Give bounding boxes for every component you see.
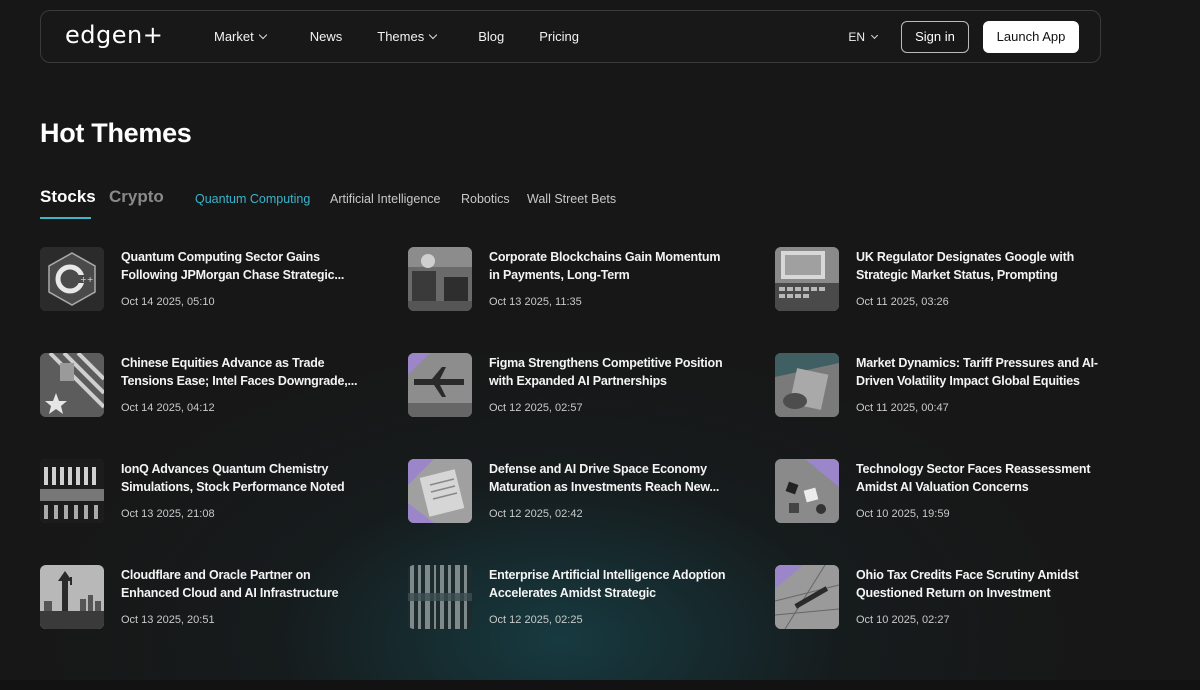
article-thumbnail: [775, 565, 839, 629]
nav-news[interactable]: News: [310, 29, 343, 44]
article-thumbnail: [40, 353, 104, 417]
nav-news-label: News: [309, 29, 343, 44]
article-date: Oct 11 2025, 03:26: [856, 296, 949, 308]
article-card[interactable]: IonQ Advances Quantum Chemistry Simulati…: [40, 459, 380, 525]
laptop-keyboard-image: [775, 247, 839, 311]
edgen-logo[interactable]: edgen+: [65, 21, 163, 49]
page-title: Hot Themes: [40, 118, 192, 148]
article-date: Oct 13 2025, 11:35: [489, 296, 582, 308]
article-title: Corporate Blockchains Gain Momentum in P…: [489, 250, 721, 282]
article-title: Cloudflare and Oracle Partner on Enhance…: [121, 568, 339, 600]
sign-in-button[interactable]: Sign in: [901, 20, 969, 53]
statue-city-image: [40, 565, 104, 629]
article-thumbnail: [408, 247, 472, 311]
game-pieces-image: [775, 459, 839, 523]
article-card[interactable]: Enterprise Artificial Intelligence Adopt…: [408, 565, 748, 631]
article-card[interactable]: Chinese Equities Advance as Trade Tensio…: [40, 353, 380, 419]
article-card[interactable]: ++ Quantum Computing Sector Gains Follow…: [40, 247, 380, 313]
subtab-artificial-intelligence[interactable]: Artificial Intelligence: [330, 192, 440, 206]
top-navbar: edgen+ Market News Themes Blog Pricing E…: [40, 10, 1101, 63]
office-desk-image: [408, 247, 472, 311]
article-date: Oct 14 2025, 04:12: [121, 402, 215, 414]
papers-image: [408, 459, 472, 523]
bottom-edge: [0, 680, 1200, 690]
language-label: EN: [848, 29, 865, 44]
chip-pins-image: [40, 459, 104, 523]
article-title: Figma Strengthens Competitive Position w…: [489, 356, 723, 388]
nav-themes-label: Themes: [377, 29, 425, 44]
language-selector[interactable]: EN: [848, 29, 879, 44]
article-thumbnail: [40, 565, 104, 629]
tab-stocks[interactable]: Stocks: [40, 187, 96, 207]
nav-pricing[interactable]: Pricing: [539, 29, 579, 44]
article-card[interactable]: Cloudflare and Oracle Partner on Enhance…: [40, 565, 380, 631]
article-date: Oct 14 2025, 05:10: [121, 296, 215, 308]
article-title: Chinese Equities Advance as Trade Tensio…: [121, 356, 358, 388]
article-title: Market Dynamics: Tariff Pressures and AI…: [856, 356, 1098, 388]
article-card[interactable]: Ohio Tax Credits Face Scrutiny Amidst Qu…: [775, 565, 1115, 631]
nav-themes[interactable]: Themes: [377, 29, 438, 44]
article-thumbnail: ++: [40, 247, 104, 311]
article-date: Oct 13 2025, 20:51: [121, 614, 215, 626]
cpp-logo-image: ++: [40, 247, 104, 311]
article-title: Quantum Computing Sector Gains Following…: [121, 250, 345, 282]
article-title: Defense and AI Drive Space Economy Matur…: [489, 462, 720, 494]
nav-pricing-label: Pricing: [539, 29, 579, 44]
article-card[interactable]: Market Dynamics: Tariff Pressures and AI…: [775, 353, 1115, 419]
subtab-robotics[interactable]: Robotics: [461, 192, 510, 206]
launch-app-button[interactable]: Launch App: [983, 20, 1079, 53]
flags-image: [40, 353, 104, 417]
subtab-wall-street-bets[interactable]: Wall Street Bets: [527, 192, 616, 206]
nav-links: Market News Themes Blog Pricing: [214, 11, 579, 62]
article-card[interactable]: Figma Strengthens Competitive Position w…: [408, 353, 748, 419]
nav-market[interactable]: Market: [214, 29, 267, 44]
article-card[interactable]: UK Regulator Designates Google with Stra…: [775, 247, 1115, 313]
article-title: Enterprise Artificial Intelligence Adopt…: [489, 568, 726, 600]
article-date: Oct 10 2025, 19:59: [856, 508, 950, 520]
article-thumbnail: [775, 247, 839, 311]
active-tab-indicator: [40, 217, 91, 219]
nav-market-label: Market: [214, 29, 254, 44]
article-title: IonQ Advances Quantum Chemistry Simulati…: [121, 462, 345, 494]
article-card[interactable]: Technology Sector Faces Reassessment Ami…: [775, 459, 1115, 525]
nav-actions: EN Sign in Launch App: [848, 11, 1079, 62]
article-date: Oct 13 2025, 21:08: [121, 508, 215, 520]
article-date: Oct 10 2025, 02:27: [856, 614, 950, 626]
article-thumbnail: [775, 459, 839, 523]
article-card[interactable]: Defense and AI Drive Space Economy Matur…: [408, 459, 748, 525]
article-title: Ohio Tax Credits Face Scrutiny Amidst Qu…: [856, 568, 1079, 600]
article-date: Oct 12 2025, 02:57: [489, 402, 583, 414]
chevron-down-icon: [258, 30, 267, 39]
article-title: Technology Sector Faces Reassessment Ami…: [856, 462, 1091, 494]
airplane-image: [408, 353, 472, 417]
article-date: Oct 12 2025, 02:25: [489, 614, 583, 626]
article-thumbnail: [775, 353, 839, 417]
article-title: UK Regulator Designates Google with Stra…: [856, 250, 1075, 282]
article-date: Oct 11 2025, 00:47: [856, 402, 949, 414]
subtab-quantum-computing[interactable]: Quantum Computing: [195, 192, 310, 206]
chevron-down-icon: [870, 31, 879, 39]
map-pen-image: [775, 565, 839, 629]
nav-blog-label: Blog: [478, 29, 505, 44]
article-thumbnail: [408, 565, 472, 629]
svg-text:++: ++: [80, 275, 93, 284]
article-thumbnail: [40, 459, 104, 523]
article-thumbnail: [408, 353, 472, 417]
article-thumbnail: [408, 459, 472, 523]
hand-paper-image: [775, 353, 839, 417]
nav-blog[interactable]: Blog: [478, 29, 504, 44]
article-date: Oct 12 2025, 02:42: [489, 508, 583, 520]
chevron-down-icon: [428, 30, 438, 39]
server-room-image: [408, 565, 472, 629]
tab-crypto[interactable]: Crypto: [109, 187, 164, 207]
article-card[interactable]: Corporate Blockchains Gain Momentum in P…: [408, 247, 748, 313]
